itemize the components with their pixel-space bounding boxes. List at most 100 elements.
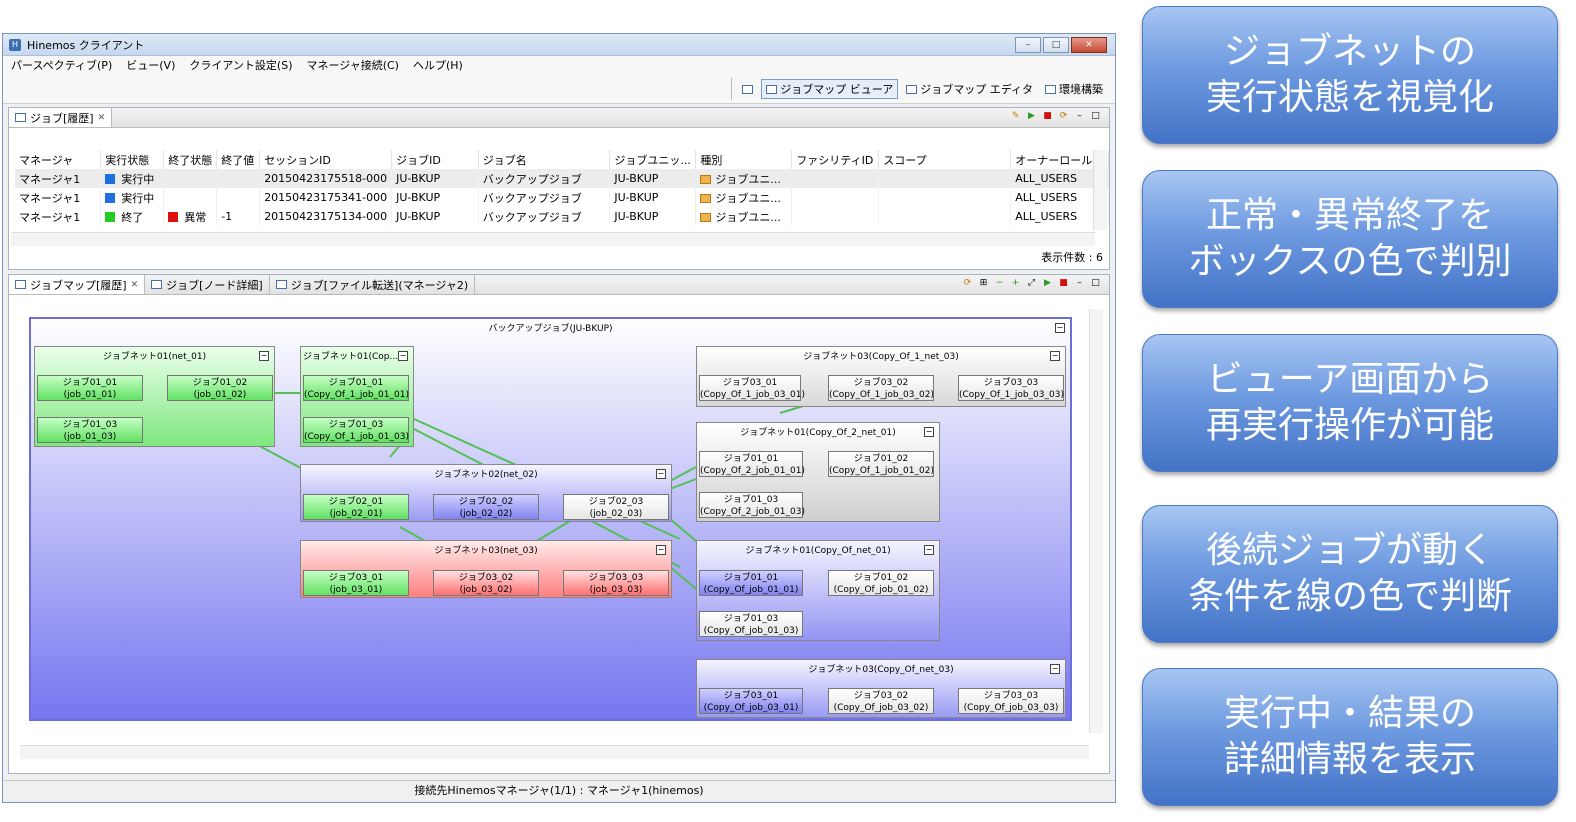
job-copy-01-03[interactable]: ジョブ01_03 (Copy_Of_job_01_03) xyxy=(699,611,803,637)
perspective-switcher: ジョブマップ ビューア ジョブマップ エディタ 環境構築 xyxy=(731,78,1107,100)
jobunit-icon xyxy=(700,174,712,184)
table-icon xyxy=(1045,84,1056,94)
job-copy-01-01[interactable]: ジョブ01_01 (Copy_Of_job_01_01) xyxy=(699,570,803,596)
tab-job-file-transfer[interactable]: ジョブ[ファイル転送](マネージャ2) xyxy=(270,275,476,294)
maximize-view-icon[interactable]: □ xyxy=(1090,278,1101,289)
job-01-02[interactable]: ジョブ01_02 (job_01_02) xyxy=(167,375,273,401)
start-icon[interactable]: ▶ xyxy=(1042,278,1053,289)
tab-job-map-history[interactable]: ジョブマップ[履歴] ✕ xyxy=(9,275,146,294)
view-icon xyxy=(15,280,26,289)
hinemos-window: H Hinemos クライアント – □ ✕ パースペクティブ(P) ビュー(V… xyxy=(2,33,1116,803)
callout-visualize: ジョブネットの 実行状態を視覚化 xyxy=(1142,6,1558,144)
menu-manager-connect[interactable]: マネージャ接続(C) xyxy=(306,57,399,73)
job-history-panel: ジョブ[履歴] ✕ ✎ ▶ ■ ⟳ – □ マネージャ 実行状態 終了状態 終了値… xyxy=(8,107,1110,270)
start-icon[interactable]: ▶ xyxy=(1026,111,1037,122)
menu-bar: パースペクティブ(P) ビュー(V) クライアント設定(S) マネージャ接続(C… xyxy=(3,56,1115,74)
open-perspective-button[interactable] xyxy=(738,84,757,95)
collapse-icon[interactable]: − xyxy=(924,427,934,437)
status-square xyxy=(168,211,179,222)
menu-view[interactable]: ビュー(V) xyxy=(126,57,175,73)
collapse-icon[interactable]: − xyxy=(1050,664,1060,674)
callout-detail: 実行中・結果の 詳細情報を表示 xyxy=(1142,668,1558,806)
view-icon xyxy=(275,280,287,289)
job-copy2-01-01[interactable]: ジョブ01_01 (Copy_Of_2_job_01_01) xyxy=(699,451,805,477)
tab-job-node-detail[interactable]: ジョブ[ノード詳細] xyxy=(145,275,270,294)
perspective-jobmap-editor[interactable]: ジョブマップ エディタ xyxy=(902,80,1037,98)
app-icon: H xyxy=(9,38,21,51)
map-vertical-scrollbar[interactable] xyxy=(1089,309,1103,733)
refresh-icon[interactable]: ⟳ xyxy=(1058,111,1069,122)
job-copy-03-03[interactable]: ジョブ03_03 (Copy_Of_job_03_03) xyxy=(958,688,1064,714)
status-bar: 接続先Hinemosマネージャ(1/1) : マネージャ1(hinemos) xyxy=(3,780,1115,802)
job-map-panel: ジョブマップ[履歴] ✕ ジョブ[ノード詳細] ジョブ[ファイル転送](マネージャ… xyxy=(8,274,1110,774)
table-row[interactable]: マネージャ1 実行中 20150423175518-000 JU-BKUP バッ… xyxy=(15,169,1109,188)
perspective-environment[interactable]: 環境構築 xyxy=(1041,80,1107,98)
stop-icon[interactable]: ■ xyxy=(1058,278,1069,289)
job-copy1-01-03[interactable]: ジョブ01_03 (Copy_Of_1_job_01_03) xyxy=(303,417,409,443)
close-button[interactable]: ✕ xyxy=(1071,37,1107,53)
table-row[interactable]: マネージャ1 終了 異常 -1 20150423175134-000 JU-BK… xyxy=(15,207,1109,226)
row-count: 表示件数 : 6 xyxy=(1041,251,1103,264)
minimize-view-icon[interactable]: – xyxy=(1074,278,1085,289)
job-03-03[interactable]: ジョブ03_03 (job_03_03) xyxy=(563,570,669,596)
vertical-scrollbar[interactable] xyxy=(1093,150,1107,230)
status-square xyxy=(105,211,116,222)
job-copy-03-02[interactable]: ジョブ03_02 (Copy_Of_job_03_02) xyxy=(828,688,934,714)
job-01-03[interactable]: ジョブ01_03 (job_01_03) xyxy=(37,417,143,443)
menu-help[interactable]: ヘルプ(H) xyxy=(413,57,463,73)
rerun-icon[interactable]: ✎ xyxy=(1010,111,1021,122)
zoom-in-icon[interactable]: + xyxy=(1010,278,1021,289)
status-square xyxy=(105,173,116,184)
job-copy1-03-01[interactable]: ジョブ03_01 (Copy_Of_1_job_03_01) xyxy=(699,375,805,401)
job-copy2-01-02[interactable]: ジョブ01_02 (Copy_Of_1_job_01_02) xyxy=(828,451,934,477)
job-03-01[interactable]: ジョブ03_01 (job_03_01) xyxy=(303,570,409,596)
jobunit-icon xyxy=(700,193,712,203)
maximize-view-icon[interactable]: □ xyxy=(1090,111,1101,122)
view-icon xyxy=(151,280,163,289)
toolbar: ジョブマップ ビューア ジョブマップ エディタ 環境構築 xyxy=(3,74,1115,104)
perspective-jobmap-viewer[interactable]: ジョブマップ ビューア xyxy=(761,79,899,99)
table-icon xyxy=(906,84,918,94)
menu-perspective[interactable]: パースペクティブ(P) xyxy=(11,57,112,73)
job-map-canvas[interactable]: バックアップジョブ(JU-BKUP) − ジョブネット01(net_01) − … xyxy=(20,309,1096,733)
job-02-03[interactable]: ジョブ02_03 (job_02_03) xyxy=(563,494,669,520)
minimize-button[interactable]: – xyxy=(1015,37,1041,53)
title-bar: H Hinemos クライアント – □ ✕ xyxy=(3,34,1115,56)
tab-job-history[interactable]: ジョブ[履歴] ✕ xyxy=(9,108,113,127)
job-copy-03-01[interactable]: ジョブ03_01 (Copy_Of_job_03_01) xyxy=(699,688,803,714)
refresh-icon[interactable]: ⟳ xyxy=(962,278,973,289)
job-02-02[interactable]: ジョブ02_02 (job_02_02) xyxy=(433,494,539,520)
maximize-button[interactable]: □ xyxy=(1043,37,1069,53)
job-copy2-01-03[interactable]: ジョブ01_03 (Copy_Of_2_job_01_03) xyxy=(699,492,805,518)
collapse-icon[interactable]: − xyxy=(656,545,666,555)
job-copy1-03-03[interactable]: ジョブ03_03 (Copy_Of_1_job_03_03) xyxy=(958,375,1064,401)
job-copy-01-02[interactable]: ジョブ01_02 (Copy_Of_job_01_02) xyxy=(828,570,934,596)
close-tab-icon[interactable]: ✕ xyxy=(131,280,139,290)
collapse-icon[interactable]: − xyxy=(1050,351,1060,361)
map-horizontal-scrollbar[interactable] xyxy=(20,745,1089,759)
job-02-01[interactable]: ジョブ02_01 (job_02_01) xyxy=(303,494,409,520)
minimize-view-icon[interactable]: – xyxy=(1074,111,1085,122)
zoom-out-icon[interactable]: − xyxy=(994,278,1005,289)
job-01-01[interactable]: ジョブ01_01 (job_01_01) xyxy=(37,375,143,401)
collapse-icon[interactable]: − xyxy=(398,351,408,361)
callout-color-box: 正常・異常終了を ボックスの色で判別 xyxy=(1142,170,1558,308)
job-copy1-03-02[interactable]: ジョブ03_02 (Copy_Of_1_job_03_02) xyxy=(828,375,934,401)
callout-rerun: ビューア画面から 再実行操作が可能 xyxy=(1142,334,1558,472)
job-history-table: マネージャ 実行状態 終了状態 終了値 セッションID ジョブID ジョブ名 ジ… xyxy=(15,150,1109,226)
close-tab-icon[interactable]: ✕ xyxy=(98,113,106,123)
stop-icon[interactable]: ■ xyxy=(1042,111,1053,122)
job-03-02[interactable]: ジョブ03_02 (job_03_02) xyxy=(433,570,539,596)
table-row[interactable]: マネージャ1 実行中 20150423175341-000 JU-BKUP バッ… xyxy=(15,188,1109,207)
open-perspective-icon xyxy=(742,84,754,94)
collapse-icon[interactable]: − xyxy=(924,545,934,555)
menu-client-settings[interactable]: クライアント設定(S) xyxy=(189,57,292,73)
table-icon xyxy=(766,84,778,94)
job-copy1-01-01[interactable]: ジョブ01_01 (Copy_Of_1_job_01_01) xyxy=(303,375,409,401)
layout-icon[interactable]: ⊞ xyxy=(978,278,989,289)
collapse-icon[interactable]: − xyxy=(259,351,269,361)
horizontal-scrollbar[interactable] xyxy=(11,232,1095,246)
collapse-icon[interactable]: − xyxy=(656,469,666,479)
jobunit-icon xyxy=(700,212,712,222)
fit-icon[interactable]: ⤢ xyxy=(1026,278,1037,289)
